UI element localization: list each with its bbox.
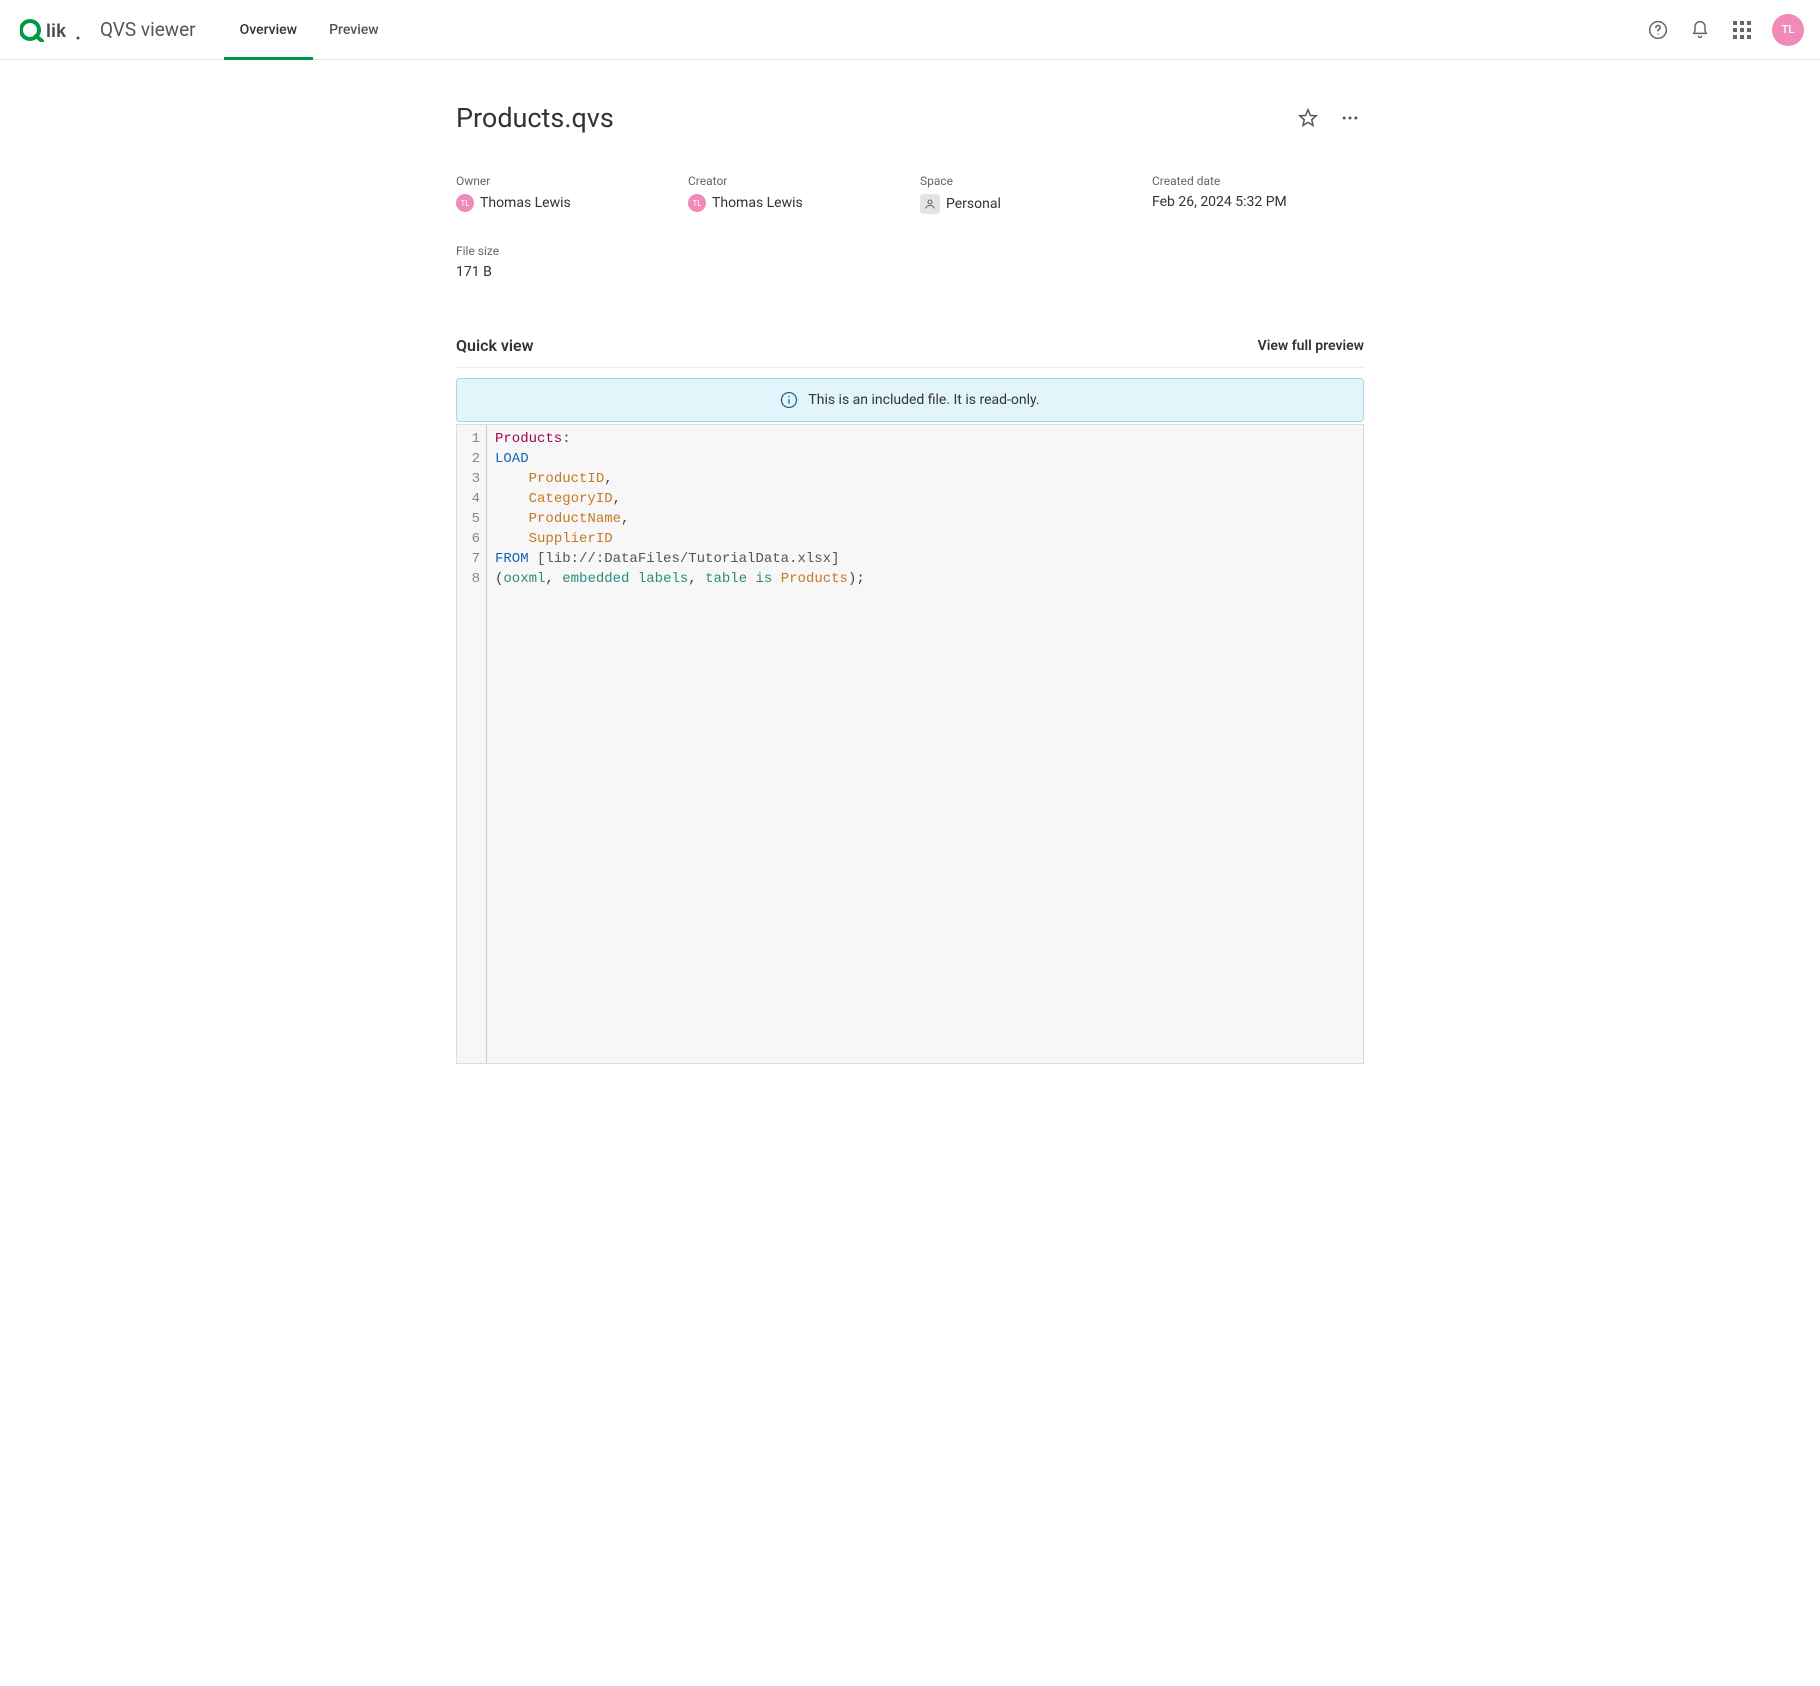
meta-owner-value: Thomas Lewis xyxy=(480,195,571,211)
tab-overview[interactable]: Overview xyxy=(224,0,313,59)
view-full-preview-link[interactable]: View full preview xyxy=(1258,338,1364,354)
creator-avatar-icon: TL xyxy=(688,194,706,212)
meta-created-label: Created date xyxy=(1152,174,1364,188)
quick-view-divider xyxy=(456,367,1364,368)
meta-created: Created date Feb 26, 2024 5:32 PM xyxy=(1152,174,1364,214)
page-title-row: Products.qvs xyxy=(456,102,1364,134)
favorite-star-icon[interactable] xyxy=(1294,104,1322,132)
meta-filesize: File size 171 B xyxy=(456,244,668,280)
space-icon xyxy=(920,194,940,214)
apps-grid-icon[interactable] xyxy=(1730,18,1754,42)
qlik-logo[interactable]: lik xyxy=(20,18,82,42)
tabs: Overview Preview xyxy=(224,0,395,59)
meta-creator-label: Creator xyxy=(688,174,900,188)
banner-text: This is an included file. It is read-onl… xyxy=(808,392,1039,408)
page-title: Products.qvs xyxy=(456,102,614,134)
meta-space-value: Personal xyxy=(946,196,1001,212)
meta-filesize-label: File size xyxy=(456,244,668,258)
svg-text:lik: lik xyxy=(46,21,67,41)
quick-view-header: Quick view View full preview xyxy=(456,336,1364,355)
metadata-grid: Owner TL Thomas Lewis Creator TL Thomas … xyxy=(456,174,1364,280)
info-icon xyxy=(780,391,798,409)
topbar-actions: TL xyxy=(1646,14,1804,46)
quick-view-title: Quick view xyxy=(456,336,533,355)
top-bar: lik QVS viewer Overview Preview xyxy=(0,0,1820,60)
more-actions-icon[interactable] xyxy=(1336,104,1364,132)
meta-owner: Owner TL Thomas Lewis xyxy=(456,174,668,214)
help-icon[interactable] xyxy=(1646,18,1670,42)
page-actions xyxy=(1294,104,1364,132)
code-gutter: 12345678 xyxy=(457,425,487,1063)
main-content: Products.qvs Owner TL Thomas Lewis Creat xyxy=(400,60,1420,1104)
app-title: QVS viewer xyxy=(100,18,196,41)
readonly-info-banner: This is an included file. It is read-onl… xyxy=(456,378,1364,422)
meta-creator: Creator TL Thomas Lewis xyxy=(688,174,900,214)
meta-space-label: Space xyxy=(920,174,1132,188)
meta-owner-label: Owner xyxy=(456,174,668,188)
tab-preview[interactable]: Preview xyxy=(313,0,395,59)
code-content: Products:LOAD ProductID, CategoryID, Pro… xyxy=(487,425,1363,1063)
user-avatar[interactable]: TL xyxy=(1772,14,1804,46)
meta-space: Space Personal xyxy=(920,174,1132,214)
meta-created-value: Feb 26, 2024 5:32 PM xyxy=(1152,194,1287,210)
notifications-icon[interactable] xyxy=(1688,18,1712,42)
code-editor: 12345678 Products:LOAD ProductID, Catego… xyxy=(456,424,1364,1064)
owner-avatar-icon: TL xyxy=(456,194,474,212)
meta-filesize-value: 171 B xyxy=(456,264,492,280)
meta-creator-value: Thomas Lewis xyxy=(712,195,803,211)
